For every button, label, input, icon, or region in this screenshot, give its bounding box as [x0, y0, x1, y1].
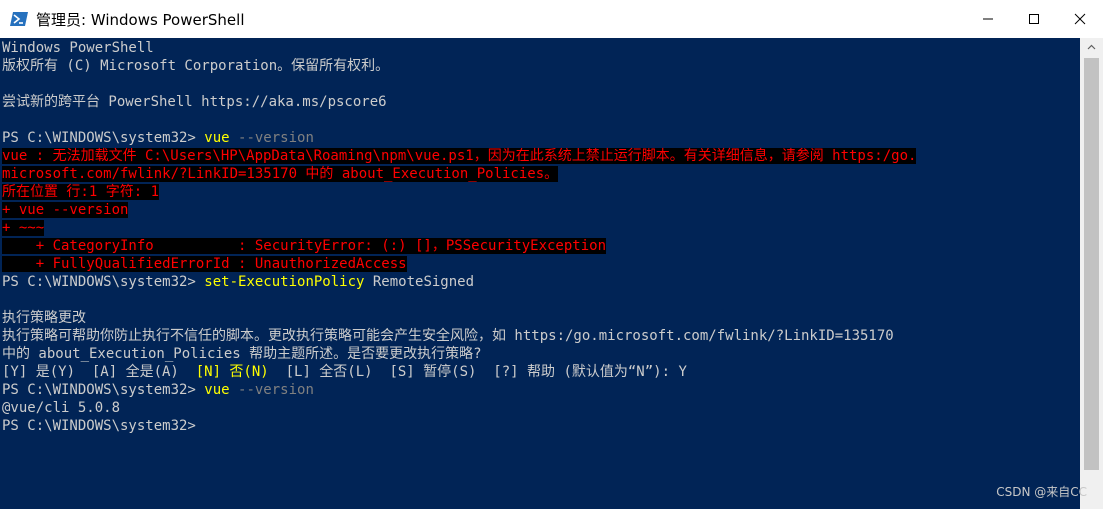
error-text: + CategoryInfo : SecurityError: (:) []，P… — [2, 238, 607, 254]
choice-text: [L] 全否(L) [S] 暂停(S) [?] 帮助 (默认值为“N”): Y — [268, 364, 687, 380]
console-line: 版权所有 (C) Microsoft Corporation。保留所有权利。 — [2, 58, 390, 74]
prompt: PS C:\WINDOWS\system32> — [2, 130, 205, 146]
error-line: 所在位置 行:1 字符: 1 — [2, 183, 160, 201]
choice-text: [Y] 是(Y) [A] 全是(A) — [2, 364, 196, 380]
command-line: PS C:\WINDOWS\system32> set-ExecutionPol… — [2, 273, 474, 291]
command-name: vue — [204, 130, 230, 146]
error-line: vue : 无法加载文件 C:\Users\HP\AppData\Roaming… — [2, 147, 917, 165]
command-param: --version — [229, 382, 314, 398]
watermark: CSDN @来自CC — [996, 485, 1087, 499]
console-line: 尝试新的跨平台 PowerShell https://aka.ms/pscore… — [2, 94, 387, 110]
console-line: 执行策略可帮助你防止执行不信任的脚本。更改执行策略可能会产生安全风险，如 htt… — [2, 328, 894, 344]
close-button[interactable] — [1057, 0, 1103, 38]
error-text: + FullyQualifiedErrorId : UnauthorizedAc… — [2, 256, 407, 272]
prompt: PS C:\WINDOWS\system32> — [2, 382, 205, 398]
error-text: vue : 无法加载文件 C:\Users\HP\AppData\Roaming… — [2, 148, 917, 164]
error-text: + vue --version — [2, 202, 129, 218]
console-line: Windows PowerShell — [2, 40, 154, 56]
console-line: 中的 about_Execution_Policies 帮助主题所述。是否要更改… — [2, 346, 482, 362]
error-line: + CategoryInfo : SecurityError: (:) []，P… — [2, 237, 607, 255]
scroll-up-button[interactable] — [1080, 38, 1103, 56]
choice-line: [Y] 是(Y) [A] 全是(A) [N] 否(N) [L] 全否(L) [S… — [2, 363, 687, 381]
error-line: microsoft.com/fwlink/?LinkID=135170 中的 a… — [2, 165, 559, 183]
powershell-icon — [10, 12, 28, 26]
error-text: 所在位置 行:1 字符: 1 — [2, 184, 160, 200]
default-choice: [N] 否(N) — [195, 364, 269, 380]
scroll-thumb[interactable] — [1084, 58, 1099, 470]
command-name: set-ExecutionPolicy — [204, 274, 365, 290]
error-text: + ~~~ — [2, 220, 45, 236]
console-line: 执行策略更改 — [2, 310, 86, 326]
minimize-button[interactable] — [965, 0, 1011, 38]
title-bar[interactable]: 管理员: Windows PowerShell — [0, 0, 1103, 38]
powershell-window: 管理员: Windows PowerShell Windows PowerShe… — [0, 0, 1103, 509]
error-line: + vue --version — [2, 201, 129, 219]
command-arg: RemoteSigned — [364, 274, 475, 290]
close-icon — [1074, 13, 1086, 25]
command-line: PS C:\WINDOWS\system32> vue --version — [2, 381, 314, 399]
maximize-button[interactable] — [1011, 0, 1057, 38]
command-param: --version — [229, 130, 314, 146]
console-line: @vue/cli 5.0.8 — [2, 400, 121, 416]
prompt: PS C:\WINDOWS\system32> — [2, 274, 205, 290]
minimize-icon — [983, 18, 993, 20]
command-name: vue — [204, 382, 230, 398]
command-line: PS C:\WINDOWS\system32> vue --version — [2, 129, 314, 147]
console-line: PS C:\WINDOWS\system32> — [2, 418, 196, 434]
chevron-up-icon — [1087, 44, 1096, 50]
vertical-scrollbar[interactable] — [1080, 38, 1103, 509]
maximize-icon — [1029, 14, 1039, 24]
error-line: + ~~~ — [2, 219, 45, 237]
error-line: + FullyQualifiedErrorId : UnauthorizedAc… — [2, 255, 407, 273]
window-title: 管理员: Windows PowerShell — [36, 10, 245, 29]
console-output[interactable]: Windows PowerShell 版权所有 (C) Microsoft Co… — [0, 38, 1080, 509]
error-text: microsoft.com/fwlink/?LinkID=135170 中的 a… — [2, 166, 559, 182]
